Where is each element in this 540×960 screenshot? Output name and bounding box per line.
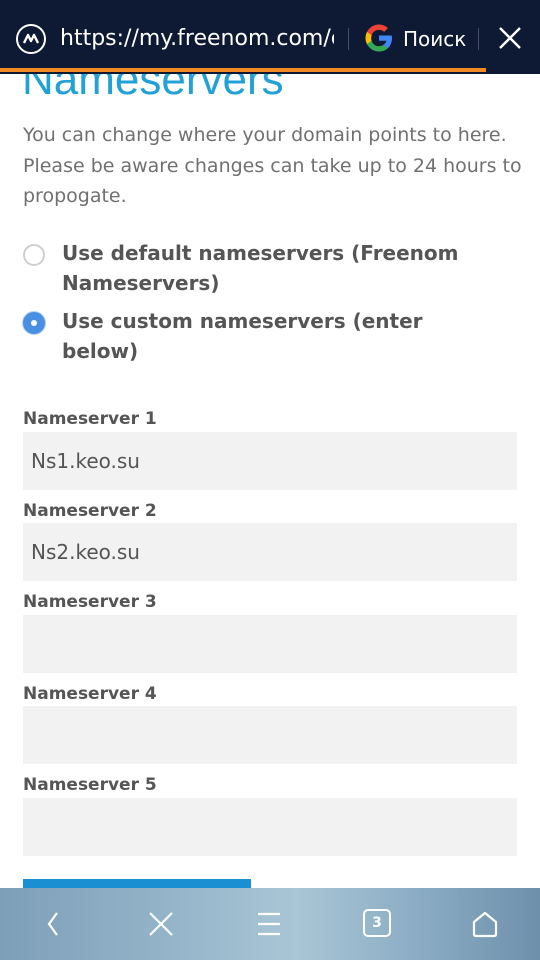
nameserver-5-input[interactable] [23,798,517,856]
home-icon[interactable] [465,904,505,944]
browser-bottom-bar: 3 [0,888,540,960]
back-icon[interactable] [33,904,73,944]
tabs-icon[interactable]: 3 [363,909,391,937]
nameserver-3-input[interactable] [23,615,517,673]
nameserver-4-label: Nameserver 4 [23,684,157,704]
radio-default[interactable] [23,244,45,266]
radio-custom[interactable] [23,312,45,334]
nameserver-3-label: Nameserver 3 [23,592,157,612]
browser-top-bar: https://my.freenom.com/clientarea.php?ma… [0,0,540,74]
option-default-nameservers[interactable]: Use default nameservers (Freenom Nameser… [23,238,502,298]
page-load-progress [0,68,486,72]
option-label: Use custom nameservers (enter below) [62,309,423,363]
search-label[interactable]: Поиск [403,24,466,54]
nameserver-5-label: Nameserver 5 [23,775,157,795]
google-icon[interactable] [363,22,395,54]
nameserver-1-input[interactable] [23,432,517,490]
address-bar[interactable]: https://my.freenom.com/clientarea.php?ma… [60,24,334,54]
nameserver-2-label: Nameserver 2 [23,501,157,521]
close-icon[interactable] [496,24,524,52]
nameserver-2-input[interactable] [23,523,517,581]
option-custom-nameservers[interactable]: Use custom nameservers (enter below) [23,306,502,366]
nameserver-4-input[interactable] [23,706,517,764]
description-text: You can change where your domain points … [23,124,522,207]
menu-icon[interactable] [249,904,289,944]
close-tab-icon[interactable] [141,904,181,944]
divider [478,28,479,50]
divider [348,28,349,50]
browser-logo-icon[interactable] [16,24,46,54]
nameserver-1-label: Nameserver 1 [23,409,157,429]
option-label: Use default nameservers (Freenom Nameser… [62,241,459,295]
